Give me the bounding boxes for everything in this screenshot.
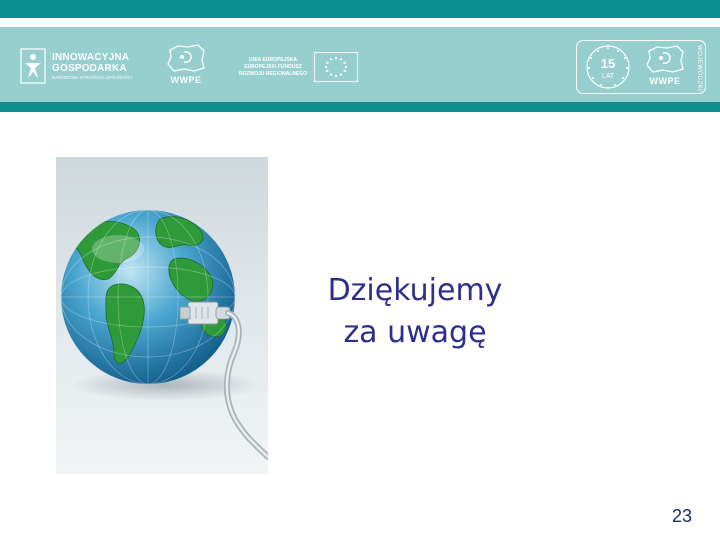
anniversary-vertical-text: WOJEWÓDZKI (696, 45, 702, 92)
anniversary-label: LAT (602, 73, 615, 80)
anniversary-15-badge-icon: 15 LAT (586, 45, 630, 89)
eu-flag-icon (314, 52, 358, 82)
eu-line2: EUROPEJSKI FUNDUSZ (244, 63, 302, 70)
eu-line1: UNIA EUROPEJSKA (249, 56, 297, 63)
top-accent-bar (0, 0, 720, 18)
eu-line3: ROZWOJU REGIONALNEGO (238, 70, 308, 77)
wwpe-logo: WWPE (158, 42, 214, 90)
header-divider (0, 102, 720, 112)
poland-map-icon (167, 44, 205, 72)
thank-you-line1: Dziękujemy (327, 273, 503, 308)
logo-ig-line2: GOSPODARKA (52, 62, 127, 74)
wwpe-logo-small: WWPE (637, 43, 693, 91)
globe-with-ethernet-cable-icon (61, 210, 268, 460)
wwpe-logo-small-label: WWPE (649, 76, 681, 86)
globe-cable-image (56, 157, 268, 474)
poland-map-icon (646, 45, 684, 73)
wwpe-logo-label: WWPE (170, 75, 202, 85)
star-figure-icon (20, 48, 46, 84)
page-number: 23 (671, 506, 692, 526)
anniversary-number: 15 (601, 56, 615, 71)
thank-you-message: Dziękujemy za uwagę (300, 270, 530, 354)
thank-you-line2: za uwagę (343, 315, 487, 350)
eu-logo-block: UNIA EUROPEJSKA EUROPEJSKI FUNDUSZ ROZWO… (234, 51, 358, 83)
anniversary-logo-block: 15 LAT WWPE WOJEWÓDZKI (576, 40, 706, 94)
logo-ig-line1: INNOWACYJNA (52, 51, 130, 63)
innowacyjna-gospodarka-logo: INNOWACYJNA GOSPODARKA NARODOWA STRATEGI… (20, 44, 160, 88)
logo-ig-line3: NARODOWA STRATEGIA SPÓJNOŚCI (52, 74, 133, 80)
